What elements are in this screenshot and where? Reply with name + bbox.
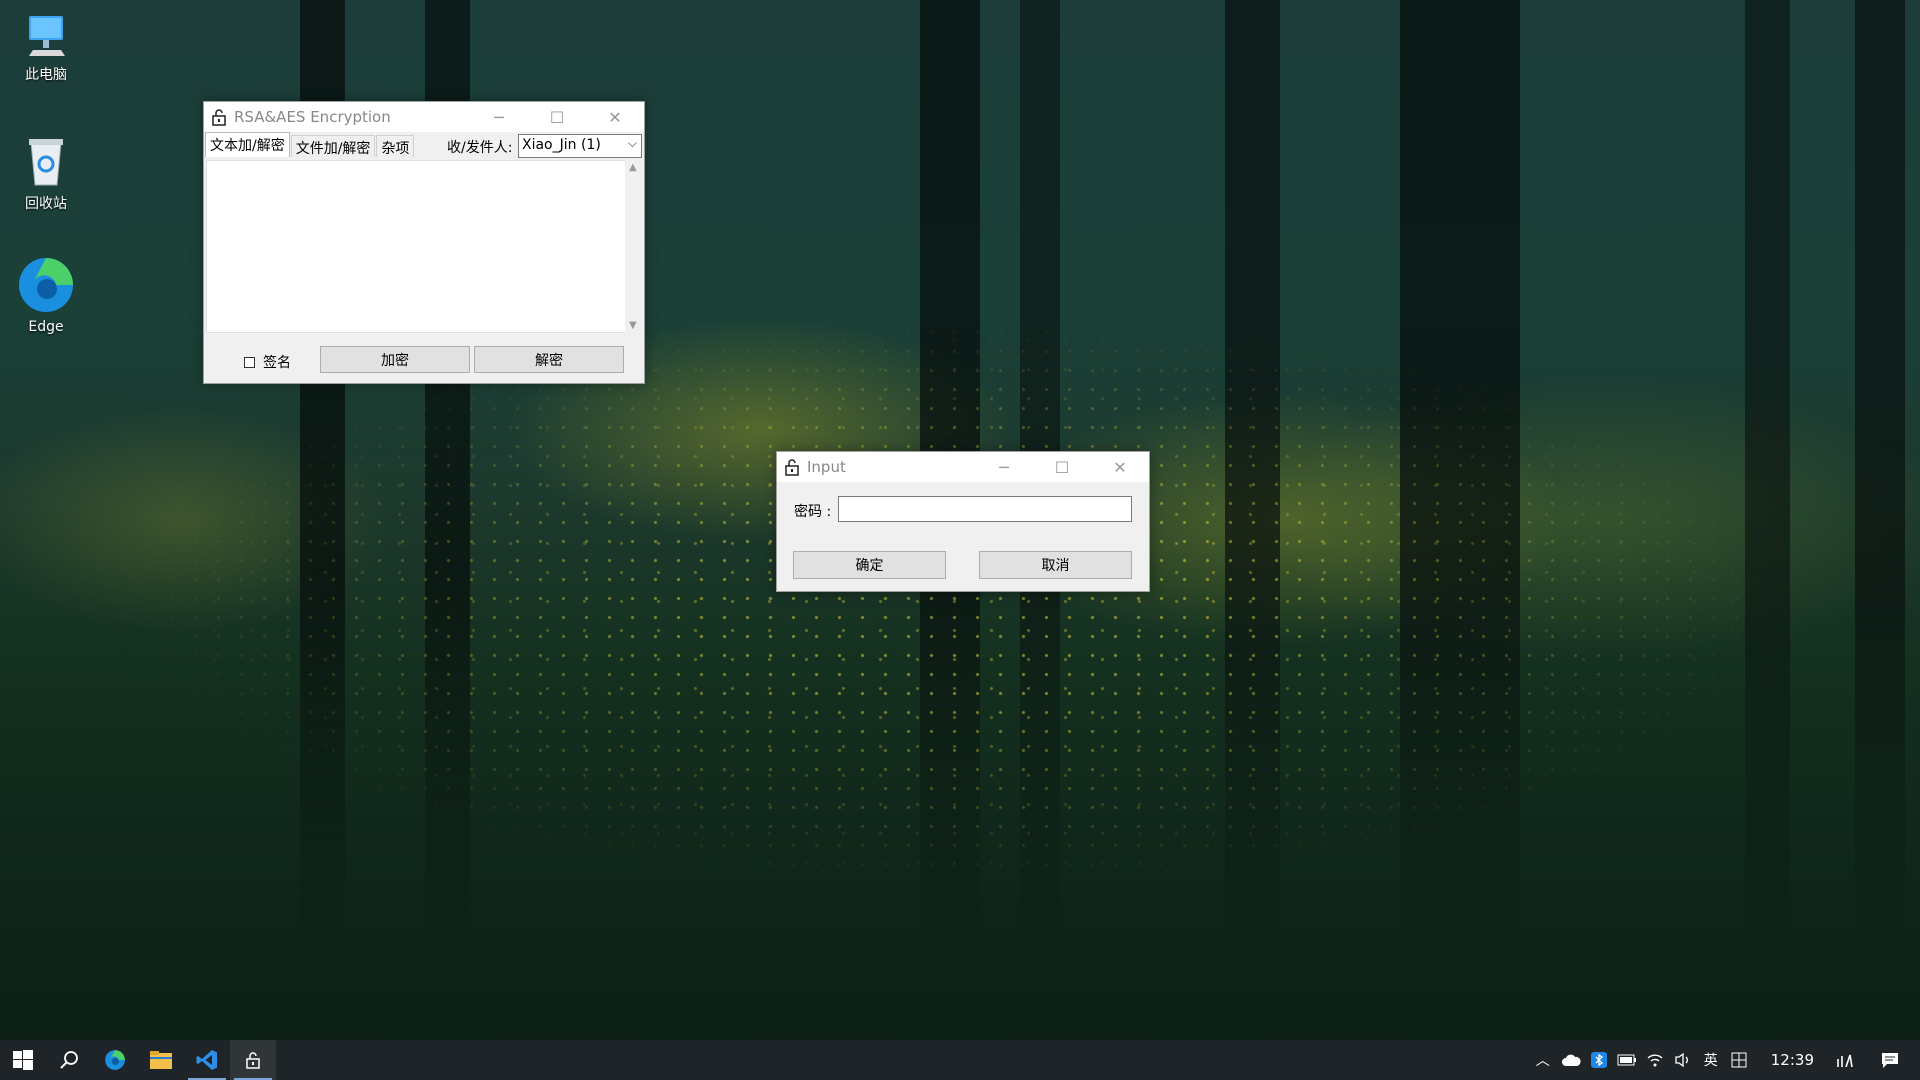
lock-app-icon [246,1052,260,1069]
ok-button[interactable]: 确定 [793,551,946,579]
minimize-button[interactable]: ─ [470,102,528,132]
clock[interactable]: 12:39 [1753,1051,1832,1069]
desktop-icon-label: Edge [28,319,64,335]
taskbar-rsa-aes-app[interactable] [230,1040,276,1080]
action-center-icon[interactable] [1860,1051,1920,1069]
recipient-value: Xiao_Jin (1) [522,137,601,153]
decrypt-button[interactable]: 解密 [474,346,624,373]
password-input[interactable] [838,496,1132,522]
cancel-button[interactable]: 取消 [979,551,1132,579]
minimize-button[interactable]: ─ [975,452,1033,482]
input-dialog: Input ─ ☐ ✕ 密码 : 确定 取消 [776,451,1150,592]
taskbar-vscode[interactable] [184,1040,230,1080]
search-button[interactable] [46,1040,92,1080]
desktop-icon-edge[interactable]: Edge [8,255,84,335]
lock-app-icon [785,459,799,476]
lock-app-icon [212,109,226,126]
desktop-icon-this-pc[interactable]: 此电脑 [8,10,84,84]
desktop-icon-recycle-bin[interactable]: 回收站 [8,133,84,213]
text-scrollbar[interactable]: ▲ ▼ [625,160,642,333]
scroll-up-icon[interactable]: ▲ [629,162,637,173]
encrypt-button[interactable]: 加密 [320,346,470,373]
system-tray: ︿ 英 12:39 [1529,1040,1920,1080]
chevron-down-icon: ⌵ [627,136,637,150]
taskbar: ︿ 英 12:39 [0,1040,1920,1080]
recipient-select[interactable]: Xiao_Jin (1) ⌵ [518,134,642,158]
bluetooth-icon[interactable] [1585,1052,1613,1068]
ime-language[interactable]: 英 [1697,1050,1725,1070]
recipient-label: 收/发件人: [447,140,513,156]
taskbar-file-explorer[interactable] [138,1040,184,1080]
battery-icon[interactable] [1613,1054,1641,1066]
windows-start-icon [13,1050,33,1070]
file-explorer-icon [150,1051,172,1069]
search-icon [60,1051,78,1069]
window-title: RSA&AES Encryption [234,108,391,126]
password-label: 密码 : [794,504,832,520]
network-activity-icon[interactable] [1832,1053,1860,1067]
dialog-titlebar[interactable]: Input ─ ☐ ✕ [777,452,1149,482]
this-pc-icon [29,16,65,56]
edge-icon [105,1050,125,1070]
desktop-icon-label: 回收站 [25,196,67,212]
sign-option[interactable]: 签名 [244,352,291,372]
tab-bar: 文本加/解密 文件加/解密 杂项 收/发件人: Xiao_Jin (1) ⌵ [204,132,644,158]
tab-misc[interactable]: 杂项 [376,135,415,157]
ime-mode-icon[interactable] [1725,1052,1753,1068]
desktop-icon-label: 此电脑 [25,67,67,83]
wifi-icon[interactable] [1641,1052,1669,1068]
maximize-button[interactable]: ☐ [528,102,586,132]
scroll-down-icon[interactable]: ▼ [629,320,637,331]
volume-icon[interactable] [1669,1052,1697,1068]
chevron-up-icon[interactable]: ︿ [1529,1050,1557,1070]
edge-icon [19,258,73,312]
sign-checkbox[interactable] [244,356,255,368]
window-titlebar[interactable]: RSA&AES Encryption ─ ☐ ✕ [204,102,644,132]
sign-label: 签名 [263,355,291,371]
tab-text-encrypt[interactable]: 文本加/解密 [205,132,290,157]
maximize-button[interactable]: ☐ [1033,452,1091,482]
close-button[interactable]: ✕ [1091,452,1149,482]
dialog-title: Input [807,458,846,476]
start-button[interactable] [0,1040,46,1080]
onedrive-icon[interactable] [1557,1054,1585,1066]
close-button[interactable]: ✕ [586,102,644,132]
tab-file-encrypt[interactable]: 文件加/解密 [290,135,376,157]
text-area[interactable] [206,160,626,333]
recycle-bin-icon [29,139,63,186]
rsa-aes-window: RSA&AES Encryption ─ ☐ ✕ 文本加/解密 文件加/解密 杂… [203,101,645,384]
taskbar-edge[interactable] [92,1040,138,1080]
vscode-icon [196,1050,217,1070]
